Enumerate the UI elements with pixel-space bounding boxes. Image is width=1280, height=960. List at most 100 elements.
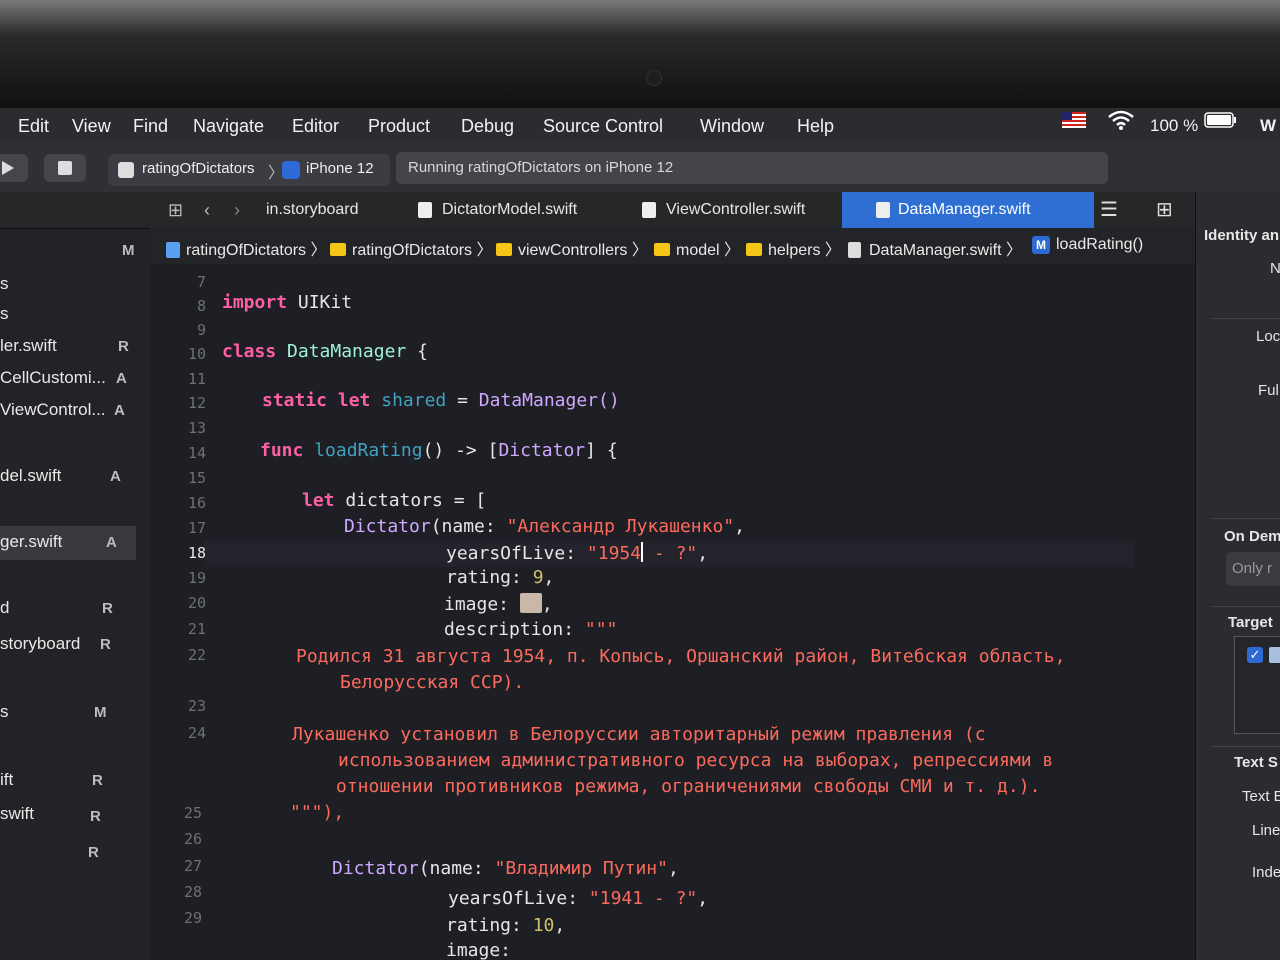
- lines-icon[interactable]: ☰: [1100, 192, 1118, 228]
- menu-product[interactable]: Product: [368, 116, 430, 137]
- nav-item[interactable]: s: [0, 702, 9, 722]
- nav-item[interactable]: swift: [0, 804, 34, 824]
- add-editor-icon[interactable]: ⊞: [1156, 192, 1173, 228]
- breadcrumb-helpers[interactable]: helpers 〉: [746, 236, 841, 260]
- menu-window[interactable]: Window: [700, 116, 764, 137]
- tab-dictator-model[interactable]: DictatorModel.swift: [412, 192, 652, 228]
- play-icon: [2, 161, 14, 175]
- menu-navigate[interactable]: Navigate: [193, 116, 264, 137]
- grid-icon[interactable]: ⊞: [168, 192, 183, 228]
- code-line[interactable]: yearsOfLive: "1941 - ?",: [448, 888, 708, 909]
- scm-badge: R: [102, 600, 113, 617]
- scm-badge: R: [118, 338, 129, 355]
- keyword: func: [260, 440, 304, 461]
- stop-button[interactable]: [44, 154, 86, 182]
- on-demand-label: On Dem: [1224, 528, 1280, 545]
- string-content[interactable]: Родился 31 августа 1954, п. Копысь, Орша…: [296, 646, 1065, 667]
- nav-item[interactable]: ift: [0, 770, 13, 790]
- menu-debug[interactable]: Debug: [461, 116, 514, 137]
- divider: [1211, 746, 1280, 747]
- number-literal: 9: [532, 567, 544, 588]
- nav-item[interactable]: storyboard: [0, 634, 80, 654]
- string-content[interactable]: использованием административного ресурса…: [338, 750, 1053, 771]
- type-call: DataManager(): [478, 390, 620, 411]
- string-content[interactable]: отношении противников режима, ограничени…: [336, 776, 1040, 797]
- flag-icon[interactable]: [1062, 112, 1086, 133]
- battery-percent: 100 %: [1150, 116, 1199, 135]
- project-navigator: ◇ ✎ ⬡ ☰ M s s ler.swift R CellCustomi...…: [0, 192, 151, 960]
- nav-item[interactable]: CellCustomi...: [0, 368, 106, 388]
- line-number: 14: [187, 444, 206, 462]
- tab-storyboard[interactable]: in.storyboard: [262, 192, 406, 228]
- line-number: 20: [187, 594, 206, 612]
- run-button[interactable]: [0, 154, 28, 182]
- code-line[interactable]: static let shared = DataManager(): [262, 390, 620, 411]
- forward-arrow-icon[interactable]: ›: [234, 192, 240, 228]
- swift-file-icon: [876, 202, 890, 218]
- scheme-selector[interactable]: ratingOfDictators 〉 iPhone 12: [108, 154, 390, 186]
- breadcrumb-viewcontrollers[interactable]: viewControllers 〉: [496, 236, 648, 260]
- menu-source-control[interactable]: Source Control: [543, 116, 663, 137]
- jump-bar: ratingOfDictators 〉 ratingOfDictators 〉 …: [150, 228, 1195, 265]
- nav-item[interactable]: s: [0, 274, 9, 294]
- swift-file-icon: [418, 202, 432, 218]
- nav-item[interactable]: del.swift: [0, 466, 61, 486]
- punctuation: {: [417, 341, 428, 362]
- code-editor[interactable]: 7 8 9 10 11 12 13 14 15 16 17 18 19 20 2…: [150, 264, 1195, 960]
- code-line-current[interactable]: yearsOfLive: "1954 - ?",: [446, 542, 708, 564]
- menu-find[interactable]: Find: [133, 116, 168, 137]
- breadcrumb-file[interactable]: DataManager.swift 〉: [848, 236, 1022, 260]
- code-line[interactable]: import UIKit: [222, 292, 352, 313]
- string-literal: """),: [290, 802, 345, 823]
- simulator-icon: [282, 161, 300, 179]
- line-number: 28: [183, 883, 202, 901]
- wifi-icon[interactable]: [1106, 108, 1136, 137]
- argument-label: (name:: [418, 858, 495, 879]
- line-number: 21: [187, 620, 206, 638]
- menu-trailing[interactable]: W: [1260, 116, 1276, 136]
- scheme-name: ratingOfDictators: [142, 160, 255, 177]
- checkbox-icon[interactable]: ✓: [1247, 647, 1263, 663]
- breadcrumb-project[interactable]: ratingOfDictators 〉: [166, 236, 327, 260]
- breadcrumb-group[interactable]: ratingOfDictators 〉: [330, 236, 493, 260]
- nav-item[interactable]: s: [0, 304, 9, 324]
- breadcrumb-method[interactable]: MloadRating(): [1032, 236, 1143, 254]
- nav-item[interactable]: d: [0, 598, 9, 618]
- code-line[interactable]: func loadRating() -> [Dictator] {: [260, 440, 618, 461]
- code-line[interactable]: class DataManager {: [222, 341, 428, 362]
- string-content[interactable]: Лукашенко установил в Белоруссии авторит…: [292, 724, 986, 745]
- nav-item-selected[interactable]: ger.swift: [0, 532, 62, 552]
- stop-icon: [58, 161, 72, 175]
- target-list[interactable]: ✓: [1234, 636, 1280, 734]
- back-arrow-icon[interactable]: ‹: [204, 192, 210, 228]
- tab-view-controller[interactable]: ViewController.swift: [636, 192, 866, 228]
- menu-view[interactable]: View: [72, 116, 111, 137]
- image-literal-thumbnail[interactable]: [519, 593, 542, 613]
- punctuation: ,: [734, 516, 745, 537]
- code-line[interactable]: image: ,: [444, 593, 553, 615]
- code-line[interactable]: rating: 10,: [446, 915, 565, 936]
- menu-edit[interactable]: Edit: [18, 116, 49, 137]
- string-literal: "Владимир Путин": [494, 858, 668, 879]
- code-line[interactable]: description: """: [444, 619, 617, 640]
- string-content[interactable]: Белорусская ССР).: [340, 672, 524, 693]
- code-line[interactable]: rating: 9,: [446, 567, 554, 588]
- breadcrumb-model[interactable]: model 〉: [654, 236, 740, 260]
- divider: [1211, 518, 1280, 519]
- inspector-label: Line: [1252, 822, 1280, 839]
- battery-icon[interactable]: [1204, 110, 1238, 135]
- code-line[interactable]: let dictators = [: [302, 490, 486, 511]
- code-line[interactable]: Dictator(name: "Александр Лукашенко",: [344, 516, 745, 537]
- swift-file-icon: [642, 202, 656, 218]
- menu-editor[interactable]: Editor: [292, 116, 339, 137]
- on-demand-field[interactable]: Only r: [1226, 552, 1280, 586]
- code-line[interactable]: Dictator(name: "Владимир Путин",: [332, 858, 679, 879]
- menu-help[interactable]: Help: [797, 116, 834, 137]
- nav-item[interactable]: ViewControl...: [0, 400, 106, 420]
- scm-badge: A: [106, 534, 117, 551]
- camera: [646, 70, 662, 86]
- code-line[interactable]: """),: [290, 802, 344, 823]
- number-literal: 10: [532, 915, 555, 936]
- nav-item[interactable]: ler.swift: [0, 336, 57, 356]
- code-line-partial[interactable]: image:: [446, 940, 511, 960]
